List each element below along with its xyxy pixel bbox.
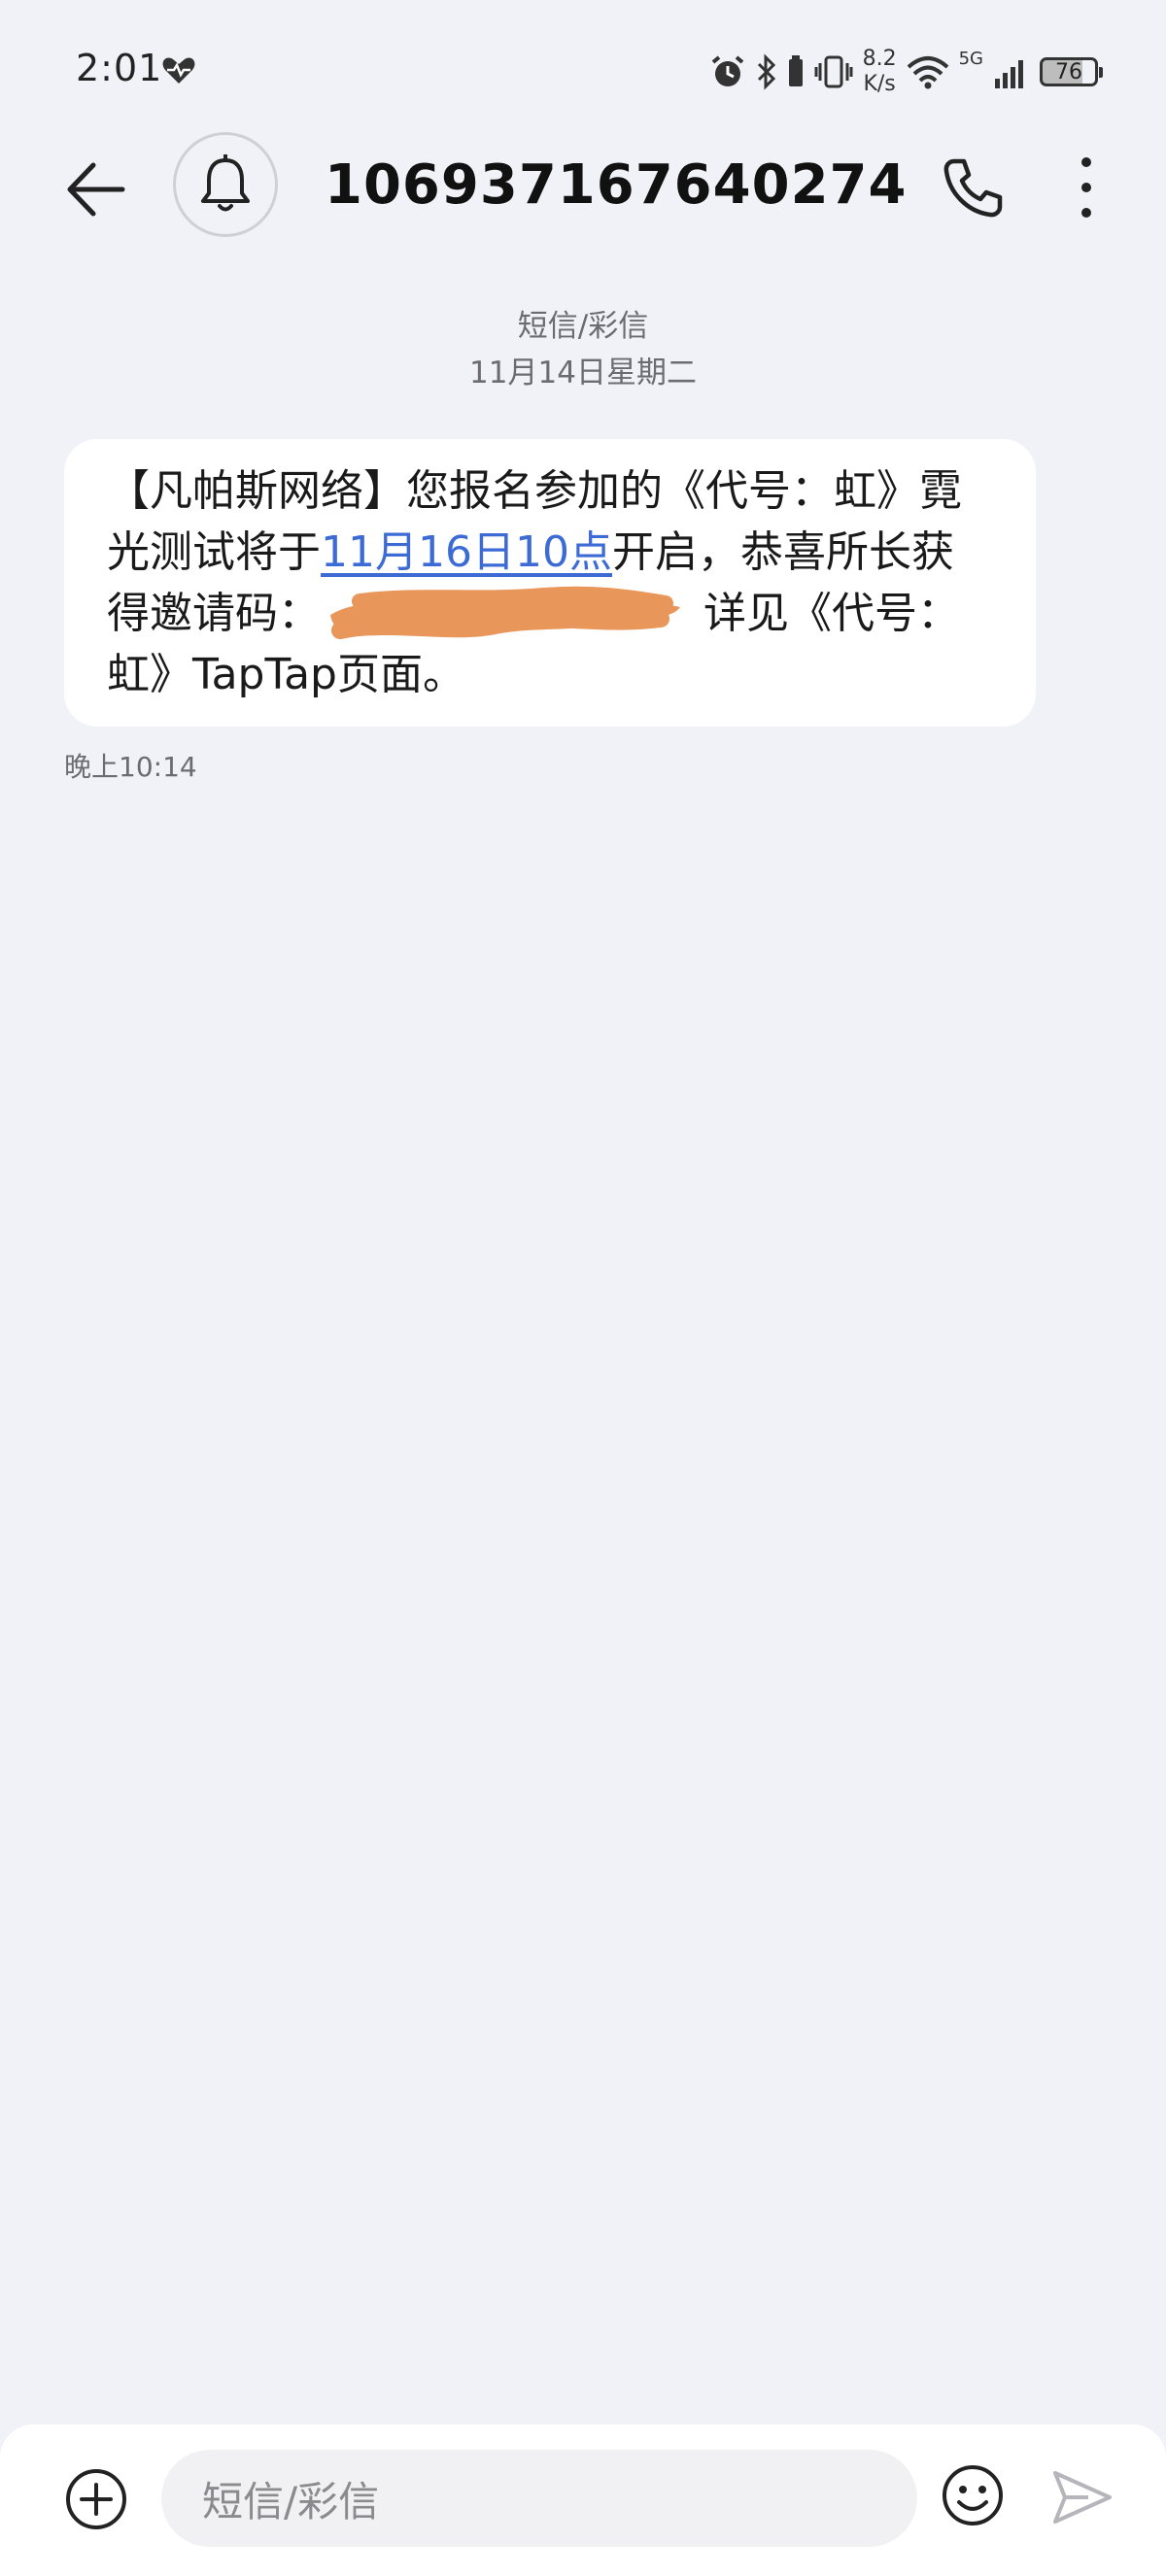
more-options-icon[interactable] bbox=[1059, 153, 1114, 221]
status-bar: 2:01 8.2 K/s 5G 76 bbox=[0, 0, 1166, 146]
message-timestamp: 晚上10:14 bbox=[64, 751, 197, 783]
thread-date: 11月14日星期二 bbox=[469, 356, 697, 390]
redacted-invite-code bbox=[321, 586, 690, 640]
network-speed-value: 8.2 bbox=[862, 47, 897, 71]
network-type: 5G bbox=[958, 49, 983, 69]
battery-level: 76 bbox=[1055, 59, 1082, 85]
bluetooth-icon bbox=[757, 53, 775, 90]
thread-type-label: 短信/彩信 bbox=[517, 309, 649, 344]
message-input-placeholder: 短信/彩信 bbox=[202, 2477, 380, 2525]
contact-number: 106937167640274 bbox=[325, 153, 908, 217]
phone-icon[interactable] bbox=[939, 153, 1007, 221]
back-arrow-icon[interactable] bbox=[64, 155, 132, 223]
send-icon[interactable] bbox=[1049, 2465, 1114, 2529]
message-bubble[interactable]: 【凡帕斯网络】您报名参加的《代号：虹》霓光测试将于11月16日10点开启，恭喜所… bbox=[64, 439, 1036, 727]
redaction-scribble bbox=[330, 586, 680, 639]
message-date-link[interactable]: 11月16日10点 bbox=[321, 527, 612, 577]
composer-bar: 短信/彩信 bbox=[0, 2424, 1166, 2576]
vibrate-icon bbox=[814, 55, 853, 88]
emoji-icon[interactable] bbox=[941, 2463, 1005, 2527]
status-time: 2:01 bbox=[76, 47, 163, 89]
signal-icon bbox=[995, 60, 1023, 88]
add-attachment-icon[interactable] bbox=[64, 2467, 128, 2531]
contact-avatar[interactable] bbox=[173, 132, 278, 237]
battery-indicator: 76 bbox=[1040, 57, 1103, 86]
message-input[interactable]: 短信/彩信 bbox=[161, 2450, 917, 2547]
bell-icon bbox=[201, 154, 250, 212]
alarm-icon bbox=[711, 55, 743, 86]
conversation-header: 106937167640274 bbox=[0, 126, 1166, 253]
network-speed-unit: K/s bbox=[863, 72, 896, 96]
battery-saver-icon bbox=[788, 55, 803, 86]
thread-info: 短信/彩信 11月14日星期二 bbox=[0, 305, 1166, 398]
network-speed: 8.2 K/s bbox=[863, 47, 897, 97]
wifi-icon bbox=[907, 56, 948, 89]
heart-rate-icon bbox=[162, 57, 195, 84]
status-icons: 8.2 K/s 5G 76 bbox=[709, 43, 1103, 101]
